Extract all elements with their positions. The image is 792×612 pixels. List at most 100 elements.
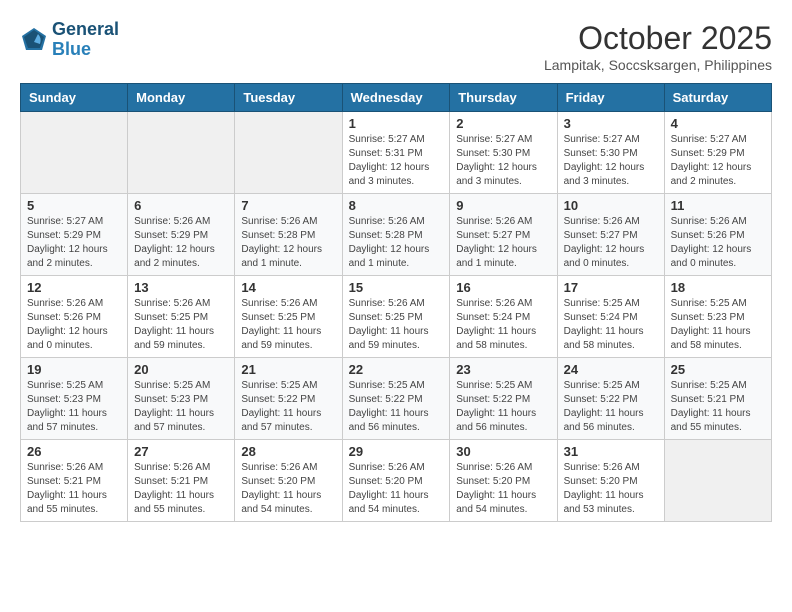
weekday-header: Friday [557,84,664,112]
day-number: 7 [241,198,335,213]
day-number: 8 [349,198,444,213]
calendar-cell [664,440,771,522]
title-section: October 2025 Lampitak, Soccsksargen, Phi… [544,20,772,73]
calendar-cell: 15 Sunrise: 5:26 AM Sunset: 5:25 PM Dayli… [342,276,450,358]
day-info: Sunrise: 5:26 AM Sunset: 5:21 PM Dayligh… [27,461,121,517]
calendar-cell: 4 Sunrise: 5:27 AM Sunset: 5:29 PM Daylig… [664,112,771,194]
calendar-cell: 13Sunrise: 5:26 AM Sunset: 5:25 PM Dayli… [128,276,235,358]
day-info: Sunrise: 5:25 AM Sunset: 5:23 PM Dayligh… [27,379,121,435]
day-info: Sunrise: 5:27 AM Sunset: 5:29 PM Dayligh… [27,215,121,271]
calendar-week-row: 12Sunrise: 5:26 AM Sunset: 5:26 PM Dayli… [21,276,772,358]
day-info: Sunrise: 5:26 AM Sunset: 5:28 PM Dayligh… [241,215,335,271]
day-info: Sunrise: 5:25 AM Sunset: 5:21 PM Dayligh… [671,379,765,435]
day-number: 18 [671,280,765,295]
day-info: Sunrise: 5:26 AM Sunset: 5:20 PM Dayligh… [241,461,335,517]
calendar-cell: 9Sunrise: 5:26 AM Sunset: 5:27 PM Daylig… [450,194,557,276]
calendar-cell: 23 Sunrise: 5:25 AM Sunset: 5:22 PM Dayli… [450,358,557,440]
day-number: 24 [564,362,658,377]
day-info: Sunrise: 5:26 AM Sunset: 5:24 PM Dayligh… [456,297,550,353]
day-number: 26 [27,444,121,459]
day-number: 15 [349,280,444,295]
day-info: Sunrise: 5:26 AM Sunset: 5:25 PM Dayligh… [241,297,335,353]
calendar-cell: 18Sunrise: 5:25 AM Sunset: 5:23 PM Dayli… [664,276,771,358]
calendar-cell: 17 Sunrise: 5:25 AM Sunset: 5:24 PM Dayli… [557,276,664,358]
calendar-week-row: 19 Sunrise: 5:25 AM Sunset: 5:23 PM Dayli… [21,358,772,440]
day-number: 5 [27,198,121,213]
day-number: 23 [456,362,550,377]
calendar-cell: 6 Sunrise: 5:26 AM Sunset: 5:29 PM Daylig… [128,194,235,276]
day-info: Sunrise: 5:25 AM Sunset: 5:24 PM Dayligh… [564,297,658,353]
calendar-cell: 20 Sunrise: 5:25 AM Sunset: 5:23 PM Dayli… [128,358,235,440]
logo-line2: Blue [52,40,119,60]
page-header: General Blue October 2025 Lampitak, Socc… [20,20,772,73]
calendar-cell: 30Sunrise: 5:26 AM Sunset: 5:20 PM Dayli… [450,440,557,522]
calendar-cell: 14 Sunrise: 5:26 AM Sunset: 5:25 PM Dayli… [235,276,342,358]
day-number: 16 [456,280,550,295]
day-number: 4 [671,116,765,131]
day-info: Sunrise: 5:26 AM Sunset: 5:20 PM Dayligh… [564,461,658,517]
day-info: Sunrise: 5:27 AM Sunset: 5:29 PM Dayligh… [671,133,765,189]
calendar-cell: 24 Sunrise: 5:25 AM Sunset: 5:22 PM Dayli… [557,358,664,440]
calendar-cell: 1Sunrise: 5:27 AM Sunset: 5:31 PM Daylig… [342,112,450,194]
day-info: Sunrise: 5:25 AM Sunset: 5:23 PM Dayligh… [134,379,228,435]
day-info: Sunrise: 5:25 AM Sunset: 5:22 PM Dayligh… [564,379,658,435]
logo: General Blue [20,20,119,60]
day-number: 27 [134,444,228,459]
calendar-cell [128,112,235,194]
day-info: Sunrise: 5:26 AM Sunset: 5:25 PM Dayligh… [134,297,228,353]
day-number: 3 [564,116,658,131]
day-info: Sunrise: 5:25 AM Sunset: 5:22 PM Dayligh… [241,379,335,435]
day-number: 6 [134,198,228,213]
weekday-header: Sunday [21,84,128,112]
day-info: Sunrise: 5:26 AM Sunset: 5:20 PM Dayligh… [349,461,444,517]
weekday-row: SundayMondayTuesdayWednesdayThursdayFrid… [21,84,772,112]
day-number: 19 [27,362,121,377]
day-number: 25 [671,362,765,377]
day-number: 31 [564,444,658,459]
logo-text: General Blue [52,20,119,60]
calendar-cell: 29 Sunrise: 5:26 AM Sunset: 5:20 PM Dayli… [342,440,450,522]
day-info: Sunrise: 5:27 AM Sunset: 5:30 PM Dayligh… [564,133,658,189]
day-number: 11 [671,198,765,213]
month-year: October 2025 [544,20,772,57]
calendar-cell: 21 Sunrise: 5:25 AM Sunset: 5:22 PM Dayli… [235,358,342,440]
day-number: 29 [349,444,444,459]
calendar-week-row: 1Sunrise: 5:27 AM Sunset: 5:31 PM Daylig… [21,112,772,194]
calendar-cell: 28Sunrise: 5:26 AM Sunset: 5:20 PM Dayli… [235,440,342,522]
calendar-cell [235,112,342,194]
calendar-cell: 10Sunrise: 5:26 AM Sunset: 5:27 PM Dayli… [557,194,664,276]
day-info: Sunrise: 5:26 AM Sunset: 5:21 PM Dayligh… [134,461,228,517]
day-number: 14 [241,280,335,295]
weekday-header: Monday [128,84,235,112]
calendar-cell: 31 Sunrise: 5:26 AM Sunset: 5:20 PM Dayli… [557,440,664,522]
day-info: Sunrise: 5:26 AM Sunset: 5:25 PM Dayligh… [349,297,444,353]
weekday-header: Thursday [450,84,557,112]
logo-line1: General [52,20,119,40]
day-info: Sunrise: 5:26 AM Sunset: 5:20 PM Dayligh… [456,461,550,517]
day-info: Sunrise: 5:26 AM Sunset: 5:29 PM Dayligh… [134,215,228,271]
day-info: Sunrise: 5:27 AM Sunset: 5:30 PM Dayligh… [456,133,550,189]
calendar-cell: 11 Sunrise: 5:26 AM Sunset: 5:26 PM Dayli… [664,194,771,276]
day-info: Sunrise: 5:26 AM Sunset: 5:27 PM Dayligh… [456,215,550,271]
calendar-cell: 5 Sunrise: 5:27 AM Sunset: 5:29 PM Daylig… [21,194,128,276]
calendar-cell: 12Sunrise: 5:26 AM Sunset: 5:26 PM Dayli… [21,276,128,358]
day-info: Sunrise: 5:26 AM Sunset: 5:26 PM Dayligh… [671,215,765,271]
calendar-cell: 27 Sunrise: 5:26 AM Sunset: 5:21 PM Dayli… [128,440,235,522]
day-number: 17 [564,280,658,295]
calendar-body: 1Sunrise: 5:27 AM Sunset: 5:31 PM Daylig… [21,112,772,522]
calendar-cell: 7 Sunrise: 5:26 AM Sunset: 5:28 PM Daylig… [235,194,342,276]
calendar-cell: 3 Sunrise: 5:27 AM Sunset: 5:30 PM Daylig… [557,112,664,194]
weekday-header: Saturday [664,84,771,112]
day-info: Sunrise: 5:25 AM Sunset: 5:22 PM Dayligh… [456,379,550,435]
day-info: Sunrise: 5:25 AM Sunset: 5:22 PM Dayligh… [349,379,444,435]
calendar-cell: 8 Sunrise: 5:26 AM Sunset: 5:28 PM Daylig… [342,194,450,276]
day-number: 20 [134,362,228,377]
calendar-cell: 16 Sunrise: 5:26 AM Sunset: 5:24 PM Dayli… [450,276,557,358]
day-number: 21 [241,362,335,377]
location: Lampitak, Soccsksargen, Philippines [544,57,772,73]
day-info: Sunrise: 5:26 AM Sunset: 5:28 PM Dayligh… [349,215,444,271]
calendar-table: SundayMondayTuesdayWednesdayThursdayFrid… [20,83,772,522]
calendar-cell: 19 Sunrise: 5:25 AM Sunset: 5:23 PM Dayli… [21,358,128,440]
calendar-week-row: 26 Sunrise: 5:26 AM Sunset: 5:21 PM Dayli… [21,440,772,522]
day-info: Sunrise: 5:27 AM Sunset: 5:31 PM Dayligh… [349,133,444,189]
